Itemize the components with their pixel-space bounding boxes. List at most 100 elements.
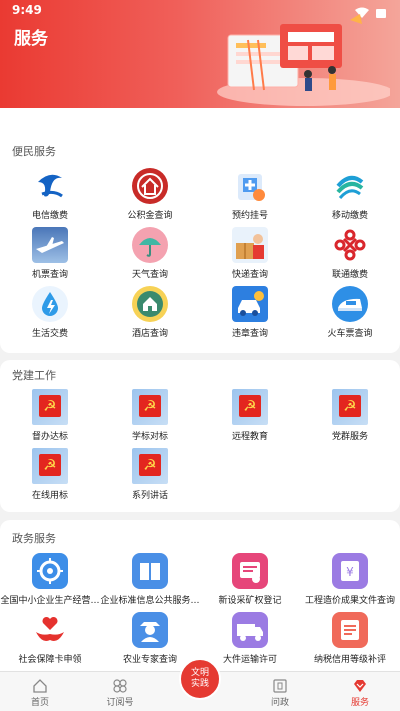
china-telecom-icon [32,168,68,204]
gov-label: 纳税信用等级补评 [313,655,386,665]
service-hospital-booking[interactable]: 预约挂号 [200,168,300,221]
gov-label: 新设采矿权登记 [218,596,282,606]
gov-label: 企业标准信息公共服务… [100,596,200,606]
service-telecom[interactable]: 电信缴费 [0,168,100,221]
tab-label: 服务 [350,698,369,708]
party-speeches[interactable]: ☭ 系列讲话 [100,448,200,501]
party-remote-education[interactable]: ☭ 远程教育 [200,389,300,442]
service-label: 移动缴费 [331,211,368,221]
civilization-practice-button[interactable]: 文明 实践 [179,658,221,700]
gov-enterprise-standards[interactable]: 企业标准信息公共服务… [100,553,200,606]
tab-label: 订阅号 [106,698,134,708]
page-title: 服务 [14,29,48,49]
housing-fund-icon [132,168,168,204]
party-mass-service[interactable]: ☭ 党群服务 [300,389,400,442]
section-title-party: 党建工作 [12,369,56,382]
party-label: 系列讲话 [131,491,168,501]
service-label: 酒店查询 [131,329,168,339]
home-icon [33,679,47,693]
service-housing-fund[interactable]: 公积金查询 [100,168,200,221]
gov-label: 全国中小企业生产经营… [0,596,100,606]
book-icon [132,553,168,589]
gov-label: 大件运输许可 [222,655,277,665]
tab-label: 首页 [30,698,49,708]
gov-sme-production[interactable]: 全国中小企业生产经营… [0,553,100,606]
service-label: 预约挂号 [231,211,268,221]
truck-icon [232,612,268,648]
center-button-line2: 实践 [190,679,209,689]
inquiry-icon [273,679,287,693]
svg-text:¥: ¥ [346,565,354,579]
service-mobile[interactable]: 移动缴费 [300,168,400,221]
party-benchmark[interactable]: ☭ 学标对标 [100,389,200,442]
header-banner: 9:49 服务 [0,0,400,108]
service-flight[interactable]: 机票查询 [0,227,100,280]
umbrella-icon [132,227,168,263]
service-courier[interactable]: 快递查询 [200,227,300,280]
certificate-icon [232,553,268,589]
china-unicom-icon [332,227,368,263]
tax-document-icon [332,612,368,648]
party-flag-icon: ☭ [332,389,368,425]
money-document-icon: ¥ [332,553,368,589]
service-label: 违章查询 [231,329,268,339]
tab-label: 问政 [270,698,289,708]
gov-cost-documents[interactable]: ¥ 工程造价成果文件查询 [300,553,400,606]
party-flag-icon: ☭ [132,448,168,484]
party-label: 党群服务 [331,432,368,442]
water-drop-icon [32,286,68,322]
party-work-section: 党建工作 ☭ 督办达标 ☭ 学标对标 ☭ 远程教育 ☭ 党群服务 ☭ 在线用标 … [0,360,400,512]
courier-icon [232,227,268,263]
section-title-gov: 政务服务 [12,532,56,545]
tab-inquiry[interactable]: 问政 [240,672,320,711]
service-label: 电信缴费 [31,211,68,221]
party-label: 学标对标 [131,432,168,442]
gov-social-security-card[interactable]: 社会保障卡申领 [0,612,100,665]
service-traffic-violation[interactable]: 违章查询 [200,286,300,339]
service-utilities[interactable]: 生活交费 [0,286,100,339]
service-label: 联通缴费 [331,270,368,280]
hospital-booking-icon [232,168,268,204]
header-illustration [217,14,390,106]
gov-agri-expert[interactable]: 农业专家查询 [100,612,200,665]
airplane-icon [32,227,68,263]
section-title-services: 便民服务 [12,145,56,158]
gov-mining-registration[interactable]: 新设采矿权登记 [200,553,300,606]
gov-tax-credit[interactable]: 纳税信用等级补评 [300,612,400,665]
service-weather[interactable]: 天气查询 [100,227,200,280]
tab-home[interactable]: 首页 [0,672,80,711]
service-hotel[interactable]: 酒店查询 [100,286,200,339]
party-label: 远程教育 [231,432,268,442]
status-time: 9:49 [12,3,42,17]
hands-heart-icon [32,612,68,648]
service-label: 公积金查询 [127,211,173,221]
party-online[interactable]: ☭ 在线用标 [0,448,100,501]
traffic-violation-icon [232,286,268,322]
service-label: 快递查询 [231,270,268,280]
farmer-icon [132,612,168,648]
tab-subscription[interactable]: 订阅号 [80,672,160,711]
service-train[interactable]: 火车票查询 [300,286,400,339]
party-flag-icon: ☭ [32,448,68,484]
service-label: 机票查询 [31,270,68,280]
convenience-services-section: 便民服务 电信缴费 公积金查询 预约挂号 移动缴费 机票查询 天气查询 快递查询… [0,108,400,353]
party-flag-icon: ☭ [132,389,168,425]
gov-label: 工程造价成果文件查询 [304,596,395,606]
government-services-section: 政务服务 全国中小企业生产经营… 企业标准信息公共服务… 新设采矿权登记 ¥ 工… [0,520,400,680]
gov-label: 社会保障卡申领 [18,655,82,665]
hotel-icon [132,286,168,322]
target-icon [32,553,68,589]
tab-service[interactable]: 服务 [320,672,400,711]
subscription-icon [113,679,127,693]
party-flag-icon: ☭ [32,389,68,425]
service-icon [354,680,366,692]
party-label: 在线用标 [31,491,68,501]
center-button-line1: 文明 [190,668,209,678]
service-label: 火车票查询 [327,329,373,339]
gov-oversize-transport[interactable]: 大件运输许可 [200,612,300,665]
party-supervise[interactable]: ☭ 督办达标 [0,389,100,442]
party-flag-icon: ☭ [232,389,268,425]
service-unicom[interactable]: 联通缴费 [300,227,400,280]
service-label: 天气查询 [131,270,168,280]
china-mobile-icon [332,168,368,204]
